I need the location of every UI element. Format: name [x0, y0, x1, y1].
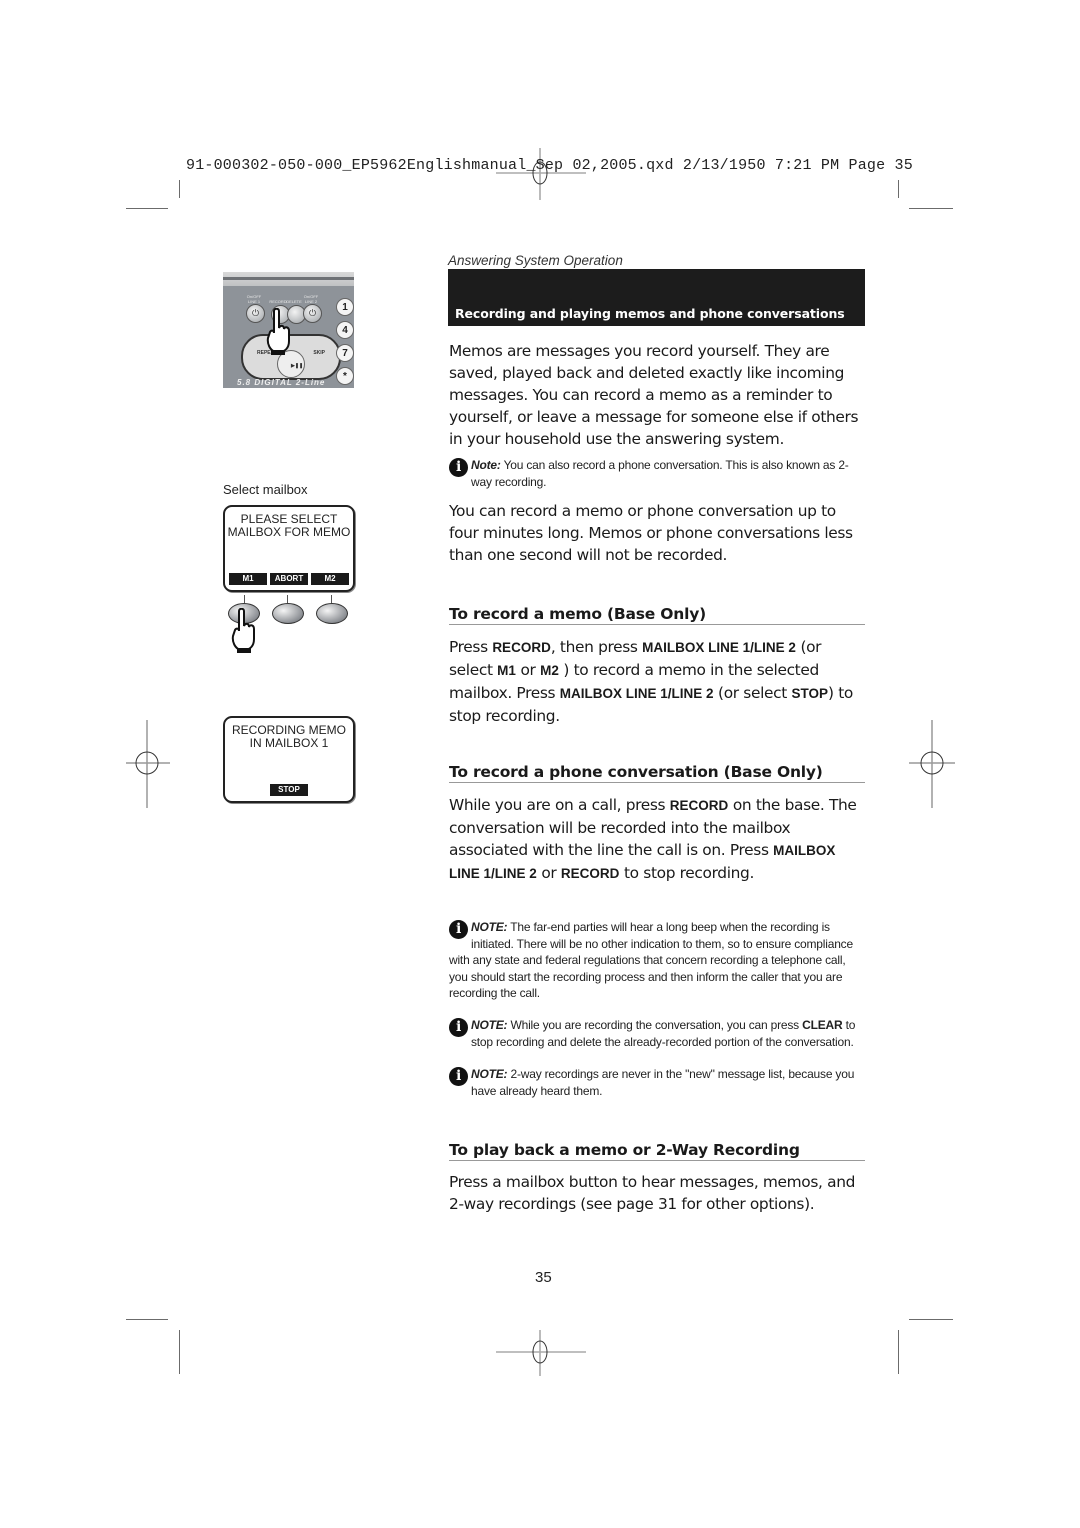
soft-button-center[interactable] — [272, 603, 304, 624]
text: While you are on a call, press — [449, 796, 670, 814]
skip-label: SKIP — [313, 350, 325, 356]
brand-logo: 5.8 DIGITAL 2-Line — [237, 378, 326, 387]
registration-mark-right — [909, 720, 955, 808]
text: (or select — [713, 684, 792, 702]
info-icon: i — [449, 920, 468, 939]
crop-mark — [909, 1319, 953, 1320]
text: to stop recording. — [619, 864, 755, 882]
crop-mark — [898, 1330, 899, 1374]
heading-record-memo: To record a memo (Base Only) — [449, 605, 865, 625]
note-text: While you are recording the conversation… — [507, 1018, 803, 1032]
key-4[interactable]: 4 — [336, 321, 354, 339]
section-header: Answering System Operation — [448, 253, 623, 268]
key-name: RECORD — [669, 798, 729, 813]
record-conversation-instructions: While you are on a call, press RECORD on… — [449, 794, 869, 885]
note-text: 2-way recordings are never in the "new" … — [471, 1067, 855, 1098]
crop-mark — [179, 1330, 180, 1374]
softkey-row: STOP — [229, 784, 349, 796]
key-7[interactable]: 7 — [336, 344, 354, 362]
note-label: NOTE: — [471, 1018, 508, 1032]
key-name: M2 — [540, 663, 559, 678]
softkey-row: M1 ABORT M2 — [229, 573, 349, 585]
softkey-m2[interactable]: M2 — [311, 573, 349, 585]
info-icon: i — [449, 458, 468, 477]
power-icon: ⏻ — [251, 308, 260, 318]
chapter-banner: Recording and playing memos and phone co… — [448, 269, 865, 326]
key-name: RECORD — [492, 640, 551, 655]
registration-mark-bottom — [496, 1330, 586, 1376]
registration-mark-left — [126, 720, 170, 808]
heading-playback: To play back a memo or 2-Way Recording — [449, 1141, 865, 1161]
lcd-line: MAILBOX FOR MEMO — [227, 525, 351, 539]
hand-pointer-icon — [266, 308, 290, 355]
key-name: RECORD — [560, 866, 620, 881]
note-far-end-beep: i NOTE: The far-end parties will hear a … — [449, 919, 867, 1002]
text: , then press — [550, 638, 643, 656]
text: or — [536, 864, 561, 882]
key-name: MAILBOX LINE 1/LINE 2 — [642, 640, 796, 655]
softkey-tick — [244, 595, 245, 603]
power-line1-button[interactable]: ⏻ — [246, 304, 265, 323]
crop-mark — [898, 180, 899, 198]
crop-mark — [126, 208, 168, 209]
note-text: You can also record a phone conversation… — [471, 458, 849, 489]
button-label: On/OFF LINE 1 — [246, 294, 262, 304]
registration-mark-top — [496, 148, 586, 200]
text: or — [515, 661, 541, 679]
note-label: NOTE: — [471, 920, 508, 934]
playback-instructions: Press a mailbox button to hear messages,… — [449, 1173, 856, 1213]
note-2way: i Note: You can also record a phone conv… — [449, 457, 867, 490]
softkey-tick — [331, 595, 332, 603]
record-memo-instructions: Press RECORD, then press MAILBOX LINE 1/… — [449, 636, 869, 727]
info-icon: i — [449, 1067, 468, 1086]
caption-select-mailbox: Select mailbox — [223, 482, 308, 497]
lcd-line: IN MAILBOX 1 — [249, 736, 329, 750]
note-new-list: i NOTE: 2-way recordings are never in th… — [449, 1066, 867, 1099]
lcd-screen-select-mailbox: PLEASE SELECT MAILBOX FOR MEMO M1 ABORT … — [223, 505, 355, 592]
banner-title: Recording and playing memos and phone co… — [455, 306, 845, 321]
button-label: On/OFF LINE 2 — [303, 294, 319, 304]
softkey-abort[interactable]: ABORT — [270, 573, 308, 585]
duration-paragraph: You can record a memo or phone conversat… — [449, 502, 853, 564]
note-clear: i NOTE: While you are recording the conv… — [449, 1017, 867, 1050]
heading-record-conversation: To record a phone conversation (Base Onl… — [449, 763, 865, 783]
base-unit-illustration: On/OFF LINE 1 RECORD DELETE On/OFF LINE … — [223, 272, 354, 388]
key-name: MAILBOX LINE 1/LINE 2 — [559, 686, 714, 701]
key-name: M1 — [497, 663, 516, 678]
note-label: Note: — [471, 458, 501, 472]
print-slug: 91-000302-050-000_EP5962Englishmanual_Se… — [186, 157, 913, 174]
key-name: STOP — [791, 686, 828, 701]
note-text: The far-end parties will hear a long bee… — [449, 920, 853, 1000]
softkey-tick — [287, 595, 288, 603]
crop-mark — [126, 1319, 168, 1320]
intro-paragraph: Memos are messages you record yourself. … — [449, 342, 859, 448]
power-line2-button[interactable]: ⏻ — [303, 304, 322, 323]
lcd-screen-recording-memo: RECORDING MEMO IN MAILBOX 1 STOP — [223, 716, 355, 803]
key-1[interactable]: 1 — [336, 298, 354, 316]
softkey-m1[interactable]: M1 — [229, 573, 267, 585]
softkey-stop[interactable]: STOP — [270, 784, 308, 796]
crop-mark — [179, 180, 180, 198]
text: Press — [449, 638, 493, 656]
info-icon: i — [449, 1018, 468, 1037]
crop-mark — [909, 208, 953, 209]
key-name: CLEAR — [802, 1018, 843, 1032]
soft-button-right[interactable] — [316, 603, 348, 624]
base-top-edge — [223, 277, 354, 280]
key-star[interactable]: * — [336, 367, 354, 385]
note-label: NOTE: — [471, 1067, 508, 1081]
hand-pointer-icon — [231, 608, 255, 653]
page-number: 35 — [535, 1269, 552, 1286]
power-icon: ⏻ — [308, 308, 317, 318]
